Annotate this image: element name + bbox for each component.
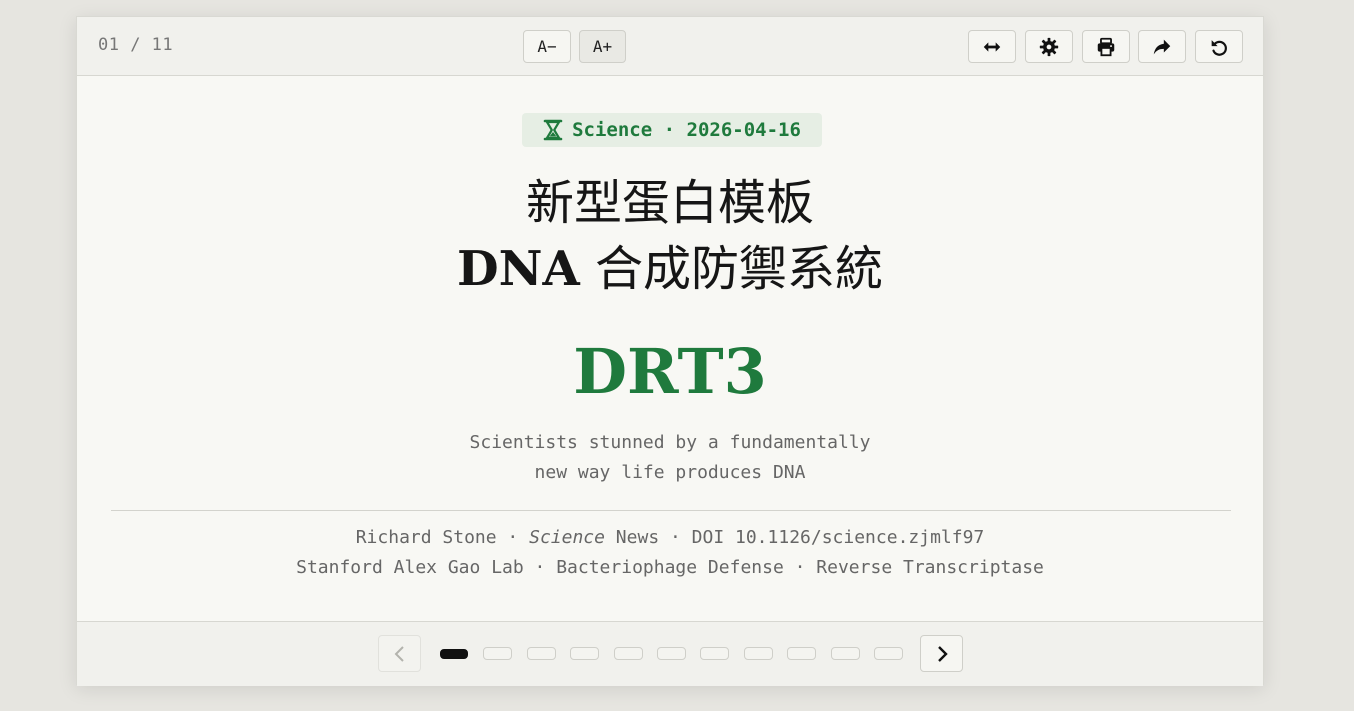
byline: Richard Stone · Science News · DOI 10.11… bbox=[77, 523, 1263, 553]
acronym-heading: DRT3 bbox=[573, 335, 767, 408]
arrows-horizontal-icon bbox=[983, 41, 1001, 52]
pager-dot-7[interactable] bbox=[700, 647, 729, 660]
title-cjk: 合成防禦系統 bbox=[579, 241, 883, 297]
hourglass-icon bbox=[543, 119, 563, 141]
subtitle-line-2: new way life produces DNA bbox=[534, 462, 806, 483]
keywords-line: Stanford Alex Gao Lab · Bacteriophage De… bbox=[296, 557, 1044, 578]
pager-dot-1[interactable] bbox=[440, 649, 468, 659]
width-toggle-button[interactable] bbox=[968, 30, 1016, 63]
share-button[interactable] bbox=[1138, 30, 1186, 63]
byline-publication: Science bbox=[529, 527, 605, 548]
top-toolbar: 01 / 11 A− A+ bbox=[77, 17, 1263, 76]
pager-dot-10[interactable] bbox=[831, 647, 860, 660]
chevron-left-icon bbox=[394, 645, 404, 662]
slide-card: 01 / 11 A− A+ Science · 2026-04-16 新型蛋白模… bbox=[76, 16, 1264, 686]
byline-doi: News · DOI 10.1126/science.zjmlf97 bbox=[604, 527, 985, 548]
gear-icon bbox=[1039, 37, 1059, 56]
slide-counter: 01 / 11 bbox=[98, 35, 174, 55]
pager-bar bbox=[77, 621, 1263, 686]
print-button[interactable] bbox=[1082, 30, 1130, 63]
next-slide-button[interactable] bbox=[920, 635, 963, 672]
print-icon bbox=[1097, 37, 1115, 56]
slide-content: Science · 2026-04-16 新型蛋白模板 DNA 合成防禦系統 D… bbox=[77, 76, 1263, 621]
title-line-1: 新型蛋白模板 bbox=[525, 175, 814, 231]
font-decrease-button[interactable]: A− bbox=[523, 30, 571, 63]
settings-button[interactable] bbox=[1025, 30, 1073, 63]
font-increase-button[interactable]: A+ bbox=[579, 30, 626, 63]
pager-dot-5[interactable] bbox=[614, 647, 643, 660]
share-icon bbox=[1153, 39, 1171, 54]
pager-dot-6[interactable] bbox=[657, 647, 686, 660]
pager-dot-9[interactable] bbox=[787, 647, 816, 660]
pager-dot-4[interactable] bbox=[570, 647, 599, 660]
byline-author: Richard Stone · bbox=[355, 527, 530, 548]
subtitle-line-1: Scientists stunned by a fundamentally bbox=[469, 432, 871, 453]
title-latin: DNA bbox=[456, 241, 580, 297]
pager-dot-2[interactable] bbox=[483, 647, 512, 660]
prev-slide-button[interactable] bbox=[378, 635, 421, 672]
pager-dot-11[interactable] bbox=[874, 647, 903, 660]
undo-icon bbox=[1211, 39, 1227, 56]
pager-dot-8[interactable] bbox=[744, 647, 773, 660]
chevron-right-icon bbox=[937, 645, 948, 662]
tag-text: Science · 2026-04-16 bbox=[572, 119, 801, 141]
title-line-2: DNA 合成防禦系統 bbox=[77, 239, 1263, 299]
reset-button[interactable] bbox=[1195, 30, 1243, 63]
pager-dot-3[interactable] bbox=[527, 647, 556, 660]
divider bbox=[111, 510, 1231, 511]
category-date-tag: Science · 2026-04-16 bbox=[522, 113, 822, 147]
